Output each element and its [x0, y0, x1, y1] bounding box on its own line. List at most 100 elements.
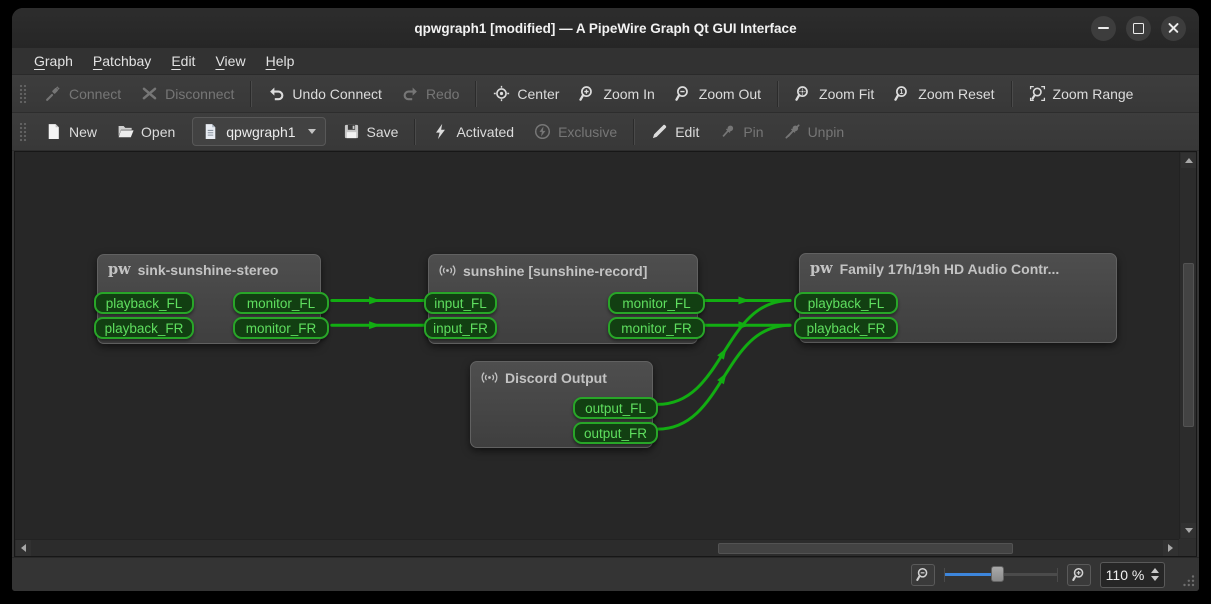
scroll-down-button[interactable] — [1181, 523, 1196, 538]
node-family[interactable]: pwFamily 17h/19h HD Audio Contr...playba… — [799, 253, 1117, 343]
zoom-range-button[interactable]: Zoom Range — [1020, 80, 1143, 107]
activated-button[interactable]: Activated — [423, 118, 523, 145]
patchbay-profile-value: qpwgraph1 — [226, 124, 295, 140]
window-title: qpwgraph1 [modified] — A PipeWire Graph … — [414, 21, 796, 36]
node-title: sink-sunshine-stereo — [138, 262, 279, 278]
toolbar-button-label: Disconnect — [165, 86, 234, 102]
exclusive-button[interactable]: Exclusive — [525, 118, 626, 145]
port-sunshine-input-fl[interactable]: input_FL — [424, 292, 497, 314]
toolbar-separator — [475, 81, 477, 107]
zoom-out-icon — [675, 85, 692, 102]
menu-patchbay[interactable]: Patchbay — [83, 51, 161, 71]
zoom-in-icon — [579, 85, 596, 102]
node-header[interactable]: pwFamily 17h/19h HD Audio Contr... — [800, 254, 1116, 277]
node-header[interactable]: Discord Output — [471, 362, 652, 386]
toolbar-patchbay: NewOpen qpwgraph1 Save Activated Exclusive Ed… — [12, 113, 1199, 151]
arrow-right-icon — [1168, 544, 1173, 552]
patchbay-profile-combobox[interactable]: qpwgraph1 — [192, 117, 325, 146]
pin-button[interactable]: Pin — [710, 118, 772, 145]
open-icon — [117, 123, 134, 140]
port-sink-playback-fr[interactable]: playback_FR — [94, 317, 194, 339]
zoom-out-button[interactable]: Zoom Out — [666, 80, 770, 107]
toolbar-separator — [633, 119, 635, 145]
edit-button[interactable]: Edit — [642, 118, 708, 145]
titlebar[interactable]: qpwgraph1 [modified] — A PipeWire Graph … — [12, 8, 1199, 48]
center-button[interactable]: Center — [484, 80, 568, 107]
horizontal-scrollbar-thumb[interactable] — [718, 543, 1013, 554]
toolbar-button-label: Zoom Range — [1053, 86, 1134, 102]
port-sunshine-input-fr[interactable]: input_FR — [424, 317, 497, 339]
menu-view[interactable]: View — [205, 51, 255, 71]
graph-viewport[interactable]: pwsink-sunshine-stereoplayback_FLplaybac… — [15, 152, 1179, 539]
connect-button[interactable]: Connect — [36, 80, 130, 107]
disconnect-button[interactable]: Disconnect — [132, 80, 243, 107]
window-controls — [1091, 8, 1186, 48]
save-button[interactable]: Save — [334, 118, 408, 145]
vertical-scrollbar-thumb[interactable] — [1183, 263, 1194, 427]
new-button[interactable]: New — [36, 118, 106, 145]
spin-up-button[interactable] — [1151, 568, 1159, 573]
toolbar-button-label: Exclusive — [558, 124, 617, 140]
toolbar-separator — [1011, 81, 1013, 107]
port-sink-monitor-fl[interactable]: monitor_FL — [233, 292, 329, 314]
toolbar-handle[interactable] — [19, 84, 27, 104]
zoom-fit-button[interactable]: Zoom Fit — [786, 80, 883, 107]
new-icon — [45, 123, 62, 140]
port-family-playback-fl[interactable]: playback_FL — [794, 292, 898, 314]
slider-tick — [1057, 568, 1058, 582]
menu-graph[interactable]: Graph — [24, 51, 83, 71]
open-button[interactable]: Open — [108, 118, 184, 145]
port-discord-output-fr[interactable]: output_FR — [573, 422, 658, 444]
toolbar-separator — [414, 119, 416, 145]
menu-edit[interactable]: Edit — [161, 51, 205, 71]
menu-help[interactable]: Help — [256, 51, 305, 71]
zoom-in-button[interactable]: Zoom In — [570, 80, 663, 107]
graph-canvas[interactable]: pwsink-sunshine-stereoplayback_FLplaybac… — [14, 151, 1197, 557]
spin-down-button[interactable] — [1151, 576, 1159, 581]
zoom-fit-icon — [795, 85, 812, 102]
close-icon — [1167, 22, 1180, 35]
node-sink[interactable]: pwsink-sunshine-stereo playback_FLplaybac… — [97, 254, 321, 344]
zoom-spinbox[interactable]: 110 % — [1100, 562, 1165, 588]
resize-grip[interactable] — [1182, 574, 1195, 587]
port-sink-playback-fl[interactable]: playback_FL — [94, 292, 194, 314]
toolbar-button-label: Zoom In — [603, 86, 654, 102]
app-window: qpwgraph1 [modified] — A PipeWire Graph … — [12, 8, 1199, 591]
zoom-slider[interactable] — [944, 565, 1058, 585]
unpin-button[interactable]: Unpin — [775, 118, 854, 145]
minimize-icon — [1098, 27, 1109, 29]
close-button[interactable] — [1161, 16, 1186, 41]
minimize-button[interactable] — [1091, 16, 1116, 41]
port-sunshine-monitor-fr[interactable]: monitor_FR — [608, 317, 705, 339]
center-icon — [493, 85, 510, 102]
port-discord-output-fl[interactable]: output_FL — [573, 397, 658, 419]
zoom-value: 110 % — [1101, 567, 1149, 583]
node-sunshine[interactable]: sunshine [sunshine-record]input_FLinput_… — [428, 254, 698, 344]
node-header[interactable]: sunshine [sunshine-record] — [429, 255, 697, 279]
port-sunshine-monitor-fl[interactable]: monitor_FL — [608, 292, 705, 314]
horizontal-scrollbar[interactable] — [15, 539, 1179, 556]
node-discord[interactable]: Discord Outputoutput_FLoutput_FR — [470, 361, 653, 448]
vertical-scrollbar[interactable] — [1179, 152, 1196, 539]
redo-button[interactable]: Redo — [393, 80, 468, 107]
connection-arrow-icon — [738, 297, 749, 305]
scroll-left-button[interactable] — [16, 540, 31, 556]
zoom-out-icon — [916, 567, 931, 582]
scroll-right-button[interactable] — [1163, 540, 1178, 556]
toolbar-button-label: Undo Connect — [292, 86, 382, 102]
zoom-out-button[interactable] — [911, 564, 935, 586]
arrow-up-icon — [1185, 158, 1193, 163]
maximize-button[interactable] — [1126, 16, 1151, 41]
zoom-in-button[interactable] — [1067, 564, 1091, 586]
toolbar-button-label: Pin — [743, 124, 763, 140]
zoom-slider-handle[interactable] — [991, 566, 1004, 582]
undo-connect-button[interactable]: Undo Connect — [259, 80, 391, 107]
arrow-left-icon — [21, 544, 26, 552]
scroll-up-button[interactable] — [1181, 153, 1196, 168]
port-sink-monitor-fr[interactable]: monitor_FR — [233, 317, 329, 339]
zoom-reset-button[interactable]: 1Zoom Reset — [885, 80, 1003, 107]
node-header[interactable]: pwsink-sunshine-stereo — [98, 255, 320, 278]
port-family-playback-fr[interactable]: playback_FR — [794, 317, 898, 339]
toolbar-button-label: Zoom Reset — [918, 86, 994, 102]
toolbar-handle[interactable] — [19, 122, 27, 142]
